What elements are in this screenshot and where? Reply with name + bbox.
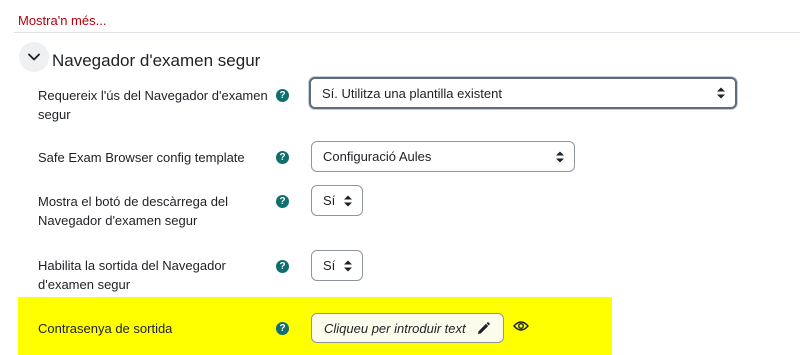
help-icon[interactable]: ? [276,89,289,102]
allow-quit-label: Habilita la sortida del Navegador d'exam… [38,258,226,292]
quiz-settings-page: Mostra'n més... Navegador d'examen segur… [0,0,800,355]
config-template-label: Safe Exam Browser config template [38,150,245,165]
section-title: Navegador d'examen segur [52,51,261,70]
help-icon[interactable]: ? [276,260,289,273]
select-caret-icon [717,87,725,99]
select-caret-icon [556,151,564,162]
select-value: Configuració Aules [323,149,432,164]
quit-password-label: Contrasenya de sortida [38,321,173,336]
help-icon[interactable]: ? [276,322,289,335]
show-more-link[interactable]: Mostra'n més... [18,13,106,28]
eye-icon[interactable] [513,320,529,332]
require-seb-label: Requereix l'ús del Navegador d'examen se… [38,88,268,122]
show-download-select[interactable]: Sí [311,185,363,216]
show-download-label: Mostra el botó de descàrrega del Navegad… [38,194,229,228]
pencil-icon[interactable] [477,322,490,335]
help-icon[interactable]: ? [276,195,289,208]
require-seb-select[interactable]: Sí. Utilitza una plantilla existent [309,77,737,109]
help-icon[interactable]: ? [276,151,289,164]
section-collapse-toggle[interactable] [19,42,49,72]
quit-password-inplace-edit[interactable]: Cliqueu per introduir text [311,313,504,343]
inplace-placeholder: Cliqueu per introduir text [324,320,466,336]
select-value: Sí [323,258,336,273]
config-template-select[interactable]: Configuració Aules [311,141,575,172]
select-value: Sí [323,193,336,208]
chevron-down-icon [28,53,40,61]
select-caret-icon [344,195,352,206]
allow-quit-select[interactable]: Sí [311,250,363,281]
select-caret-icon [344,260,352,271]
divider [14,32,800,33]
select-value: Sí. Utilitza una plantilla existent [322,85,502,101]
